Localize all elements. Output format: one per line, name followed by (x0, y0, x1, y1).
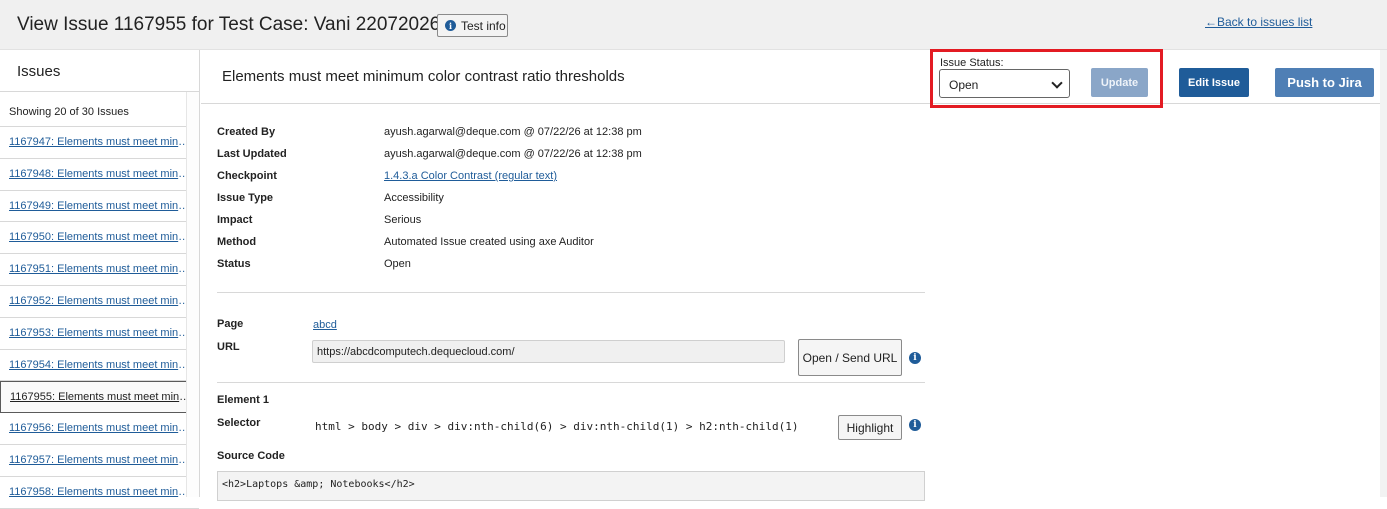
issue-list-item[interactable]: 1167956: Elements must meet minimum colo… (0, 413, 199, 445)
issue-heading: Elements must meet minimum color contras… (222, 68, 625, 85)
element-heading: Element 1 (217, 394, 269, 406)
test-info-label: Test info (461, 18, 506, 33)
issue-type-label: Issue Type (217, 192, 274, 204)
page-label: Page (217, 318, 244, 330)
issue-type-value: Accessibility (384, 192, 444, 204)
issues-count: Showing 20 of 30 Issues (0, 92, 199, 127)
issue-list-item[interactable]: 1167958: Elements must meet minimum colo… (0, 477, 199, 509)
issue-link[interactable]: 1167947: Elements must meet minimum colo… (9, 136, 190, 148)
issue-status-select[interactable]: Open (939, 69, 1070, 98)
test-info-button[interactable]: i Test info (437, 14, 508, 37)
back-to-issues-link[interactable]: ←Back to issues list (1205, 15, 1312, 29)
page-link[interactable]: abcd (313, 319, 337, 331)
info-icon[interactable]: i (909, 352, 921, 364)
last-updated-value: ayush.agarwal@deque.com @ 07/22/26 at 12… (384, 148, 642, 160)
impact-value: Serious (384, 214, 422, 226)
issue-list-item[interactable]: 1167947: Elements must meet minimum colo… (0, 127, 199, 159)
issue-link[interactable]: 1167949: Elements must meet minimum colo… (9, 200, 190, 212)
divider (217, 292, 925, 293)
issue-link[interactable]: 1167954: Elements must meet minimum colo… (9, 359, 190, 371)
created-by-label: Created By (217, 126, 276, 138)
issue-link[interactable]: 1167948: Elements must meet minimum colo… (9, 168, 190, 180)
issue-link[interactable]: 1167953: Elements must meet minimum colo… (9, 327, 190, 339)
selector-value: html > body > div > div:nth-child(6) > d… (315, 420, 799, 433)
issue-list-item[interactable]: 1167950: Elements must meet minimum colo… (0, 222, 199, 255)
checkpoint-link[interactable]: 1.4.3.a Color Contrast (regular text) (384, 170, 557, 182)
sidebar-scrollbar[interactable] (186, 92, 199, 497)
top-bar: View Issue 1167955 for Test Case: Vani 2… (0, 0, 1387, 50)
source-code-label: Source Code (217, 450, 285, 462)
impact-label: Impact (217, 214, 253, 226)
method-label: Method (217, 236, 257, 248)
main-scrollbar[interactable] (1380, 50, 1387, 497)
issue-list-item[interactable]: 1167952: Elements must meet minimum colo… (0, 286, 199, 318)
status-value: Open (384, 258, 411, 270)
method-value: Automated Issue created using axe Audito… (384, 236, 594, 248)
issue-list-item[interactable]: 1167953: Elements must meet minimum colo… (0, 318, 199, 350)
issues-sidebar: Issues Showing 20 of 30 Issues 1167947: … (0, 50, 200, 509)
info-icon: i (445, 20, 456, 31)
sidebar-heading: Issues (0, 50, 199, 92)
update-button[interactable]: Update (1091, 68, 1148, 97)
issue-list-item[interactable]: 1167954: Elements must meet minimum colo… (0, 350, 199, 382)
issue-link[interactable]: 1167957: Elements must meet minimum colo… (9, 454, 190, 466)
issue-link[interactable]: 1167952: Elements must meet minimum colo… (9, 295, 190, 307)
issue-list: 1167947: Elements must meet minimum colo… (0, 127, 199, 509)
issue-list-item[interactable]: 1167951: Elements must meet minimum colo… (0, 254, 199, 286)
issue-link[interactable]: 1167958: Elements must meet minimum colo… (9, 486, 190, 498)
info-icon[interactable]: i (909, 419, 921, 431)
url-field[interactable]: https://abcdcomputech.dequecloud.com/ (312, 340, 785, 363)
divider (217, 382, 925, 383)
open-send-url-button[interactable]: Open / Send URL (798, 339, 902, 376)
issue-status-label: Issue Status: (940, 57, 1004, 69)
issue-link[interactable]: 1167956: Elements must meet minimum colo… (9, 422, 190, 434)
issue-list-item[interactable]: 1167957: Elements must meet minimum colo… (0, 445, 199, 477)
created-by-value: ayush.agarwal@deque.com @ 07/22/26 at 12… (384, 126, 642, 138)
issue-link[interactable]: 1167950: Elements must meet minimum colo… (9, 231, 190, 243)
issue-list-item[interactable]: 1167948: Elements must meet minimum colo… (0, 159, 199, 191)
issue-link[interactable]: 1167955: Elements must meet minimum colo… (10, 391, 191, 403)
push-to-jira-button[interactable]: Push to Jira (1275, 68, 1374, 97)
highlight-button[interactable]: Highlight (838, 415, 902, 440)
edit-issue-button[interactable]: Edit Issue (1179, 68, 1249, 97)
issue-list-item[interactable]: 1167949: Elements must meet minimum colo… (0, 191, 199, 223)
url-label: URL (217, 341, 240, 353)
status-label: Status (217, 258, 251, 270)
page-title: View Issue 1167955 for Test Case: Vani 2… (17, 14, 441, 35)
divider (201, 103, 1381, 104)
checkpoint-label: Checkpoint (217, 170, 277, 182)
issue-status-value: Open (949, 78, 979, 92)
chevron-down-icon (1051, 77, 1063, 89)
issue-list-item[interactable]: 1167955: Elements must meet minimum colo… (0, 381, 199, 414)
last-updated-label: Last Updated (217, 148, 287, 160)
selector-label: Selector (217, 417, 261, 429)
issue-link[interactable]: 1167951: Elements must meet minimum colo… (9, 263, 190, 275)
